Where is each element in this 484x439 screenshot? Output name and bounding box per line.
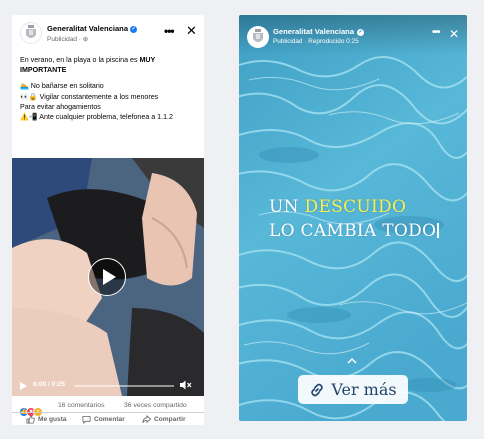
comment-button[interactable]: Comentar xyxy=(82,415,125,424)
crest-logo-icon xyxy=(26,25,36,38)
more-options-button[interactable]: ••• xyxy=(164,25,175,37)
headline-line-2: LO CAMBIA TODO xyxy=(269,219,459,243)
video-time: 0:00 / 0:25 xyxy=(33,381,65,388)
story-page-name[interactable]: Generalitat Valenciana ✓ xyxy=(273,27,365,36)
story-headline: UN DESCUIDO LO CAMBIA TODO xyxy=(269,195,459,243)
comment-label: Comentar xyxy=(94,416,125,423)
story-more-options-button[interactable]: ••• xyxy=(432,28,440,38)
comment-bubble-icon xyxy=(82,415,91,424)
comment-count[interactable]: 16 comentarios xyxy=(58,402,104,409)
feed-post-card: Generalitat Valenciana ✓ Publicidad · ⊕ •… xyxy=(12,15,204,425)
page-avatar[interactable] xyxy=(20,22,42,44)
action-bar: Me gusta Comentar Compartir xyxy=(12,412,204,425)
caption-line: 🏊 No bañarse en solitario xyxy=(20,82,104,91)
verified-badge-icon: ✓ xyxy=(130,25,138,33)
verified-badge-icon: ✓ xyxy=(357,28,365,36)
headline-line-2-text: LO CAMBIA TODO xyxy=(269,221,437,241)
see-more-label: Ver más xyxy=(331,380,397,399)
story-close-button[interactable]: ✕ xyxy=(449,28,459,40)
caption-line: ⚠️📲 Ante cualquier problema, telefonea a… xyxy=(20,113,173,122)
link-icon xyxy=(311,383,324,396)
video-progress-track[interactable] xyxy=(74,385,174,387)
share-arrow-icon xyxy=(142,415,151,424)
caption-line: Para evitar ahogamientos xyxy=(20,102,101,111)
page-name[interactable]: Generalitat Valenciana ✓ xyxy=(47,24,138,33)
caption-line: 👀🔒 Vigilar constantemente a los menores xyxy=(20,92,159,101)
caption-intro: En verano, en la playa o la piscina es M… xyxy=(20,55,200,75)
like-label: Me gusta xyxy=(38,416,67,423)
close-button[interactable]: ✕ xyxy=(186,24,197,37)
crest-logo-icon xyxy=(253,29,263,42)
thumbs-up-icon xyxy=(26,415,35,424)
headline-line-1: UN DESCUIDO xyxy=(269,195,459,219)
headline-highlight: DESCUIDO xyxy=(304,197,407,217)
muted-speaker-icon[interactable] xyxy=(180,380,194,392)
page-name-text: Generalitat Valenciana xyxy=(47,24,129,33)
like-button[interactable]: Me gusta xyxy=(26,415,67,424)
story-meta: Publicidad · Reproducido 0:25 xyxy=(273,38,359,45)
story-page-name-text: Generalitat Valenciana xyxy=(273,27,355,36)
chevron-up-icon[interactable] xyxy=(347,357,357,365)
play-overlay-button[interactable] xyxy=(88,258,126,296)
story-preview[interactable]: Generalitat Valenciana ✓ Publicidad · Rep… xyxy=(239,15,467,421)
share-count[interactable]: 36 veces compartido xyxy=(124,402,187,409)
see-more-button[interactable]: Ver más xyxy=(298,375,408,404)
share-label: Compartir xyxy=(154,416,186,423)
story-page-avatar[interactable] xyxy=(247,26,269,48)
post-header: Generalitat Valenciana ✓ Publicidad · ⊕ •… xyxy=(12,15,204,49)
share-button[interactable]: Compartir xyxy=(142,415,186,424)
video-controls: 0:00 / 0:25 xyxy=(12,376,204,396)
video-player[interactable]: 0:00 / 0:25 xyxy=(12,158,204,396)
play-icon[interactable] xyxy=(20,382,27,390)
post-meta: Publicidad · ⊕ xyxy=(47,35,88,43)
headline-prefix: UN xyxy=(269,197,305,217)
text-cursor xyxy=(437,223,440,238)
post-caption: En verano, en la playa o la piscina es M… xyxy=(20,55,200,122)
sponsored-label: Publicidad · xyxy=(47,36,83,43)
caption-intro-text: En verano, en la playa o la piscina es xyxy=(20,56,140,64)
ad-previews: Generalitat Valenciana ✓ Publicidad · ⊕ •… xyxy=(0,0,484,439)
reaction-summary: 👍♥ • 16 comentarios 36 veces compartido xyxy=(12,399,204,417)
globe-icon: ⊕ xyxy=(82,36,89,43)
